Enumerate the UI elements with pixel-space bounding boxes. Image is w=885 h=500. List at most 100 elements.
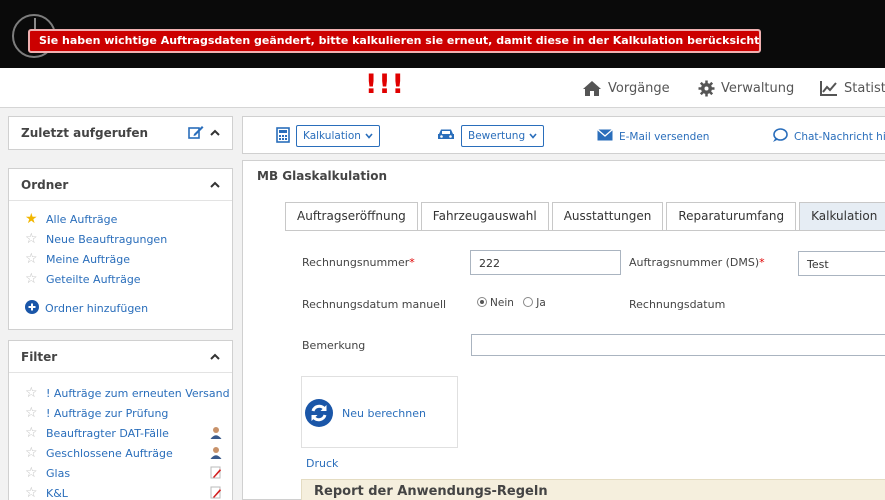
top-bar: Sie haben wichtige Auftragsdaten geänder… <box>0 0 885 68</box>
tab-bar: Auftragseröffnung Fahrzeugauswahl Aussta… <box>285 202 885 230</box>
action-toolbar: Kalkulation Bewertung E-Mail versenden C… <box>242 116 885 154</box>
bewertung-label: Bewertung <box>468 130 526 142</box>
folder-item-label: Geteilte Aufträge <box>46 272 141 286</box>
tab-kalkulation[interactable]: Kalkulation <box>799 202 885 230</box>
filter-item-label: K&L <box>46 486 68 500</box>
star-outline-icon[interactable]: ☆ <box>25 252 40 266</box>
tab-reparaturumfang[interactable]: Reparaturumfang <box>666 202 797 230</box>
tab-fahrzeugauswahl[interactable]: Fahrzeugauswahl <box>420 202 549 230</box>
report-section-header: Report der Anwendungs-Regeln <box>301 479 885 500</box>
email-send-button[interactable]: E-Mail versenden <box>597 129 709 144</box>
star-filled-icon[interactable]: ★ <box>25 212 40 226</box>
page-title: MB Glaskalkulation <box>257 169 388 183</box>
star-outline-icon[interactable]: ☆ <box>25 466 40 480</box>
bemerkung-input[interactable] <box>471 334 885 356</box>
radio-ja[interactable] <box>523 297 534 307</box>
folders-panel: Ordner ★ Alle Aufträge ☆ Neue Beauftragu… <box>8 168 233 330</box>
filter-item-label: ! Aufträge zur Prüfung <box>46 406 169 420</box>
filter-panel-header[interactable]: Filter <box>9 341 232 373</box>
nav-item-vorgaenge[interactable]: Vorgänge <box>582 80 670 97</box>
add-folder-label: Ordner hinzufügen <box>45 301 149 315</box>
nav-item-label: Statisti <box>844 80 885 96</box>
chat-label: Chat-Nachricht hin <box>794 131 885 143</box>
main-content: MB Glaskalkulation Auftragseröffnung Fah… <box>242 160 885 500</box>
folder-item-alle-auftraege[interactable]: ★ Alle Aufträge <box>9 209 232 229</box>
tab-ausstattungen[interactable]: Ausstattungen <box>551 202 664 230</box>
chart-icon <box>820 80 838 96</box>
recalculation-alert: Sie haben wichtige Auftragsdaten geänder… <box>28 29 761 53</box>
star-outline-icon[interactable]: ☆ <box>25 446 40 460</box>
chevron-down-icon <box>529 130 537 142</box>
warning-marker: !!! <box>365 69 405 100</box>
auftragsnummer-input[interactable]: Test <box>798 251 885 276</box>
folder-item-label: Neue Beauftragungen <box>46 232 168 246</box>
person-icon <box>210 446 222 462</box>
recent-panel-title: Zuletzt aufgerufen <box>21 126 149 140</box>
kalkulation-dropdown[interactable]: Kalkulation <box>296 125 380 147</box>
rechnungsdatum-manuell-label: Rechnungsdatum manuell <box>302 298 447 311</box>
filter-item-label: Glas <box>46 466 71 480</box>
filter-item-erneuter-versand[interactable]: ☆ ! Aufträge zum erneuten Versand <box>9 383 232 403</box>
rechnungsnummer-input[interactable]: 222 <box>470 250 621 275</box>
chevron-up-icon[interactable] <box>210 126 220 140</box>
edit-doc-icon <box>210 486 222 500</box>
nav-item-statistik[interactable]: Statisti <box>820 80 885 96</box>
folder-item-geteilte-auftraege[interactable]: ☆ Geteilte Aufträge <box>9 269 232 289</box>
folder-item-meine-auftraege[interactable]: ☆ Meine Aufträge <box>9 249 232 269</box>
rechnungsdatum-manuell-radio-group: Nein Ja <box>477 297 546 309</box>
bewertung-menu[interactable]: Bewertung <box>437 125 545 147</box>
bemerkung-label: Bemerkung <box>302 339 366 352</box>
chevron-up-icon[interactable] <box>210 350 220 364</box>
filter-item-geschlossene-auftraege[interactable]: ☆ Geschlossene Aufträge <box>9 443 232 463</box>
required-marker: * <box>759 256 765 269</box>
star-outline-icon[interactable]: ☆ <box>25 406 40 420</box>
recalculate-button[interactable]: Neu berechnen <box>301 376 458 448</box>
chat-message-button[interactable]: Chat-Nachricht hin <box>772 128 885 146</box>
email-label: E-Mail versenden <box>619 130 710 143</box>
rechnungsdatum-label: Rechnungsdatum <box>629 298 726 311</box>
nav-item-label: Vorgänge <box>608 81 670 96</box>
star-outline-icon[interactable]: ☆ <box>25 426 40 440</box>
tab-auftragseroeffnung[interactable]: Auftragseröffnung <box>285 202 418 230</box>
druck-link[interactable]: Druck <box>306 457 338 470</box>
kalkulation-menu[interactable]: Kalkulation <box>276 125 380 147</box>
plus-circle-icon <box>25 299 39 317</box>
envelope-icon <box>597 129 613 144</box>
filter-panel: Filter ☆ ! Aufträge zum erneuten Versand… <box>8 340 233 500</box>
folder-item-neue-beauftragungen[interactable]: ☆ Neue Beauftragungen <box>9 229 232 249</box>
star-outline-icon[interactable]: ☆ <box>25 486 40 500</box>
add-folder-link[interactable]: Ordner hinzufügen <box>9 298 232 318</box>
auftragsnummer-label-text: Auftragsnummer (DMS) <box>629 256 760 269</box>
auftragsnummer-label: Auftragsnummer (DMS)* <box>629 256 765 269</box>
star-outline-icon[interactable]: ☆ <box>25 386 40 400</box>
recent-panel-header[interactable]: Zuletzt aufgerufen <box>9 117 232 149</box>
filter-item-label: Beauftragter DAT-Fälle <box>46 426 169 440</box>
recent-panel: Zuletzt aufgerufen <box>8 116 233 150</box>
rechnungsnummer-label-text: Rechnungsnummer <box>302 256 410 269</box>
radio-nein[interactable] <box>477 297 487 307</box>
folders-panel-header[interactable]: Ordner <box>9 169 232 201</box>
bewertung-dropdown[interactable]: Bewertung <box>461 125 545 147</box>
nav-item-verwaltung[interactable]: Verwaltung <box>698 80 794 97</box>
gear-icon <box>698 80 715 97</box>
filter-item-label: Geschlossene Aufträge <box>46 446 173 460</box>
filter-item-kl[interactable]: ☆ K&L <box>9 483 232 500</box>
edit-icon[interactable] <box>188 125 204 142</box>
person-icon <box>210 426 222 442</box>
tab-divider <box>285 230 885 231</box>
main-navbar: !!! Vorgänge Verwaltung Statisti <box>0 68 885 108</box>
star-outline-icon[interactable]: ☆ <box>25 272 40 286</box>
filter-item-zur-pruefung[interactable]: ☆ ! Aufträge zur Prüfung <box>9 403 232 423</box>
filter-item-label: ! Aufträge zum erneuten Versand <box>46 386 230 400</box>
chevron-up-icon[interactable] <box>210 178 220 192</box>
filter-panel-title: Filter <box>21 349 58 364</box>
calculator-icon <box>276 126 290 146</box>
folder-item-label: Meine Aufträge <box>46 252 131 266</box>
folder-item-label: Alle Aufträge <box>46 212 118 226</box>
required-marker: * <box>409 256 415 269</box>
filter-item-glas[interactable]: ☆ Glas <box>9 463 232 483</box>
star-outline-icon[interactable]: ☆ <box>25 232 40 246</box>
filter-item-dat-faelle[interactable]: ☆ Beauftragter DAT-Fälle <box>9 423 232 443</box>
refresh-icon <box>305 399 333 427</box>
chevron-down-icon <box>365 130 373 142</box>
